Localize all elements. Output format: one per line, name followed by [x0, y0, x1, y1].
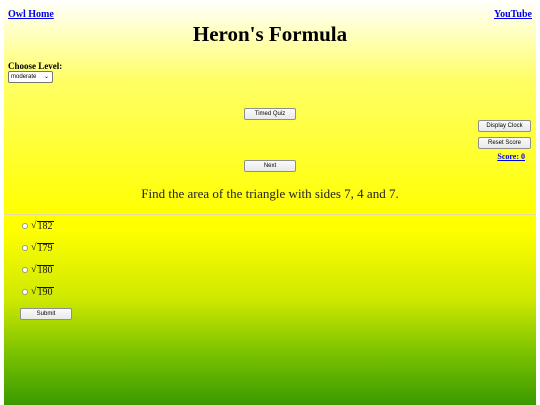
- level-label: Choose Level:: [8, 61, 63, 71]
- radio-button[interactable]: [22, 223, 28, 229]
- youtube-link[interactable]: YouTube: [494, 9, 532, 20]
- page: Owl Home YouTube Heron's Formula Choose …: [4, 0, 536, 405]
- answer-value: √ 179: [31, 242, 54, 254]
- answer-option[interactable]: √ 179: [22, 242, 82, 254]
- answer-value: √ 190: [31, 286, 54, 298]
- timed-quiz-button[interactable]: Timed Quiz: [244, 108, 296, 120]
- answer-value: √ 182: [31, 220, 54, 232]
- radicand: 179: [36, 243, 54, 254]
- radicand: 190: [36, 287, 54, 298]
- question-text: Find the area of the triangle with sides…: [141, 186, 399, 201]
- answer-option[interactable]: √ 182: [22, 220, 82, 232]
- radio-button[interactable]: [22, 267, 28, 273]
- answer-value: √ 180: [31, 264, 54, 276]
- owl-home-link[interactable]: Owl Home: [8, 9, 54, 20]
- level-select-value: moderate: [11, 74, 37, 80]
- chevron-down-icon: ⌄: [43, 74, 49, 80]
- radio-button[interactable]: [22, 245, 28, 251]
- answer-option[interactable]: √ 190: [22, 286, 82, 298]
- submit-button[interactable]: Submit: [20, 308, 72, 320]
- radicand: 182: [36, 221, 54, 232]
- display-clock-button[interactable]: Display Clock: [478, 120, 531, 132]
- score-value: 0: [521, 152, 525, 161]
- score-display[interactable]: Score: 0: [497, 152, 525, 161]
- reset-score-button[interactable]: Reset Score: [478, 137, 531, 149]
- divider: [4, 214, 536, 215]
- score-label: Score:: [497, 152, 519, 161]
- level-select[interactable]: moderate ⌄: [8, 71, 53, 83]
- page-title: Heron's Formula: [192, 22, 348, 46]
- radio-button[interactable]: [22, 289, 28, 295]
- answer-option[interactable]: √ 180: [22, 264, 82, 276]
- next-button[interactable]: Next: [244, 160, 296, 172]
- radicand: 180: [36, 265, 54, 276]
